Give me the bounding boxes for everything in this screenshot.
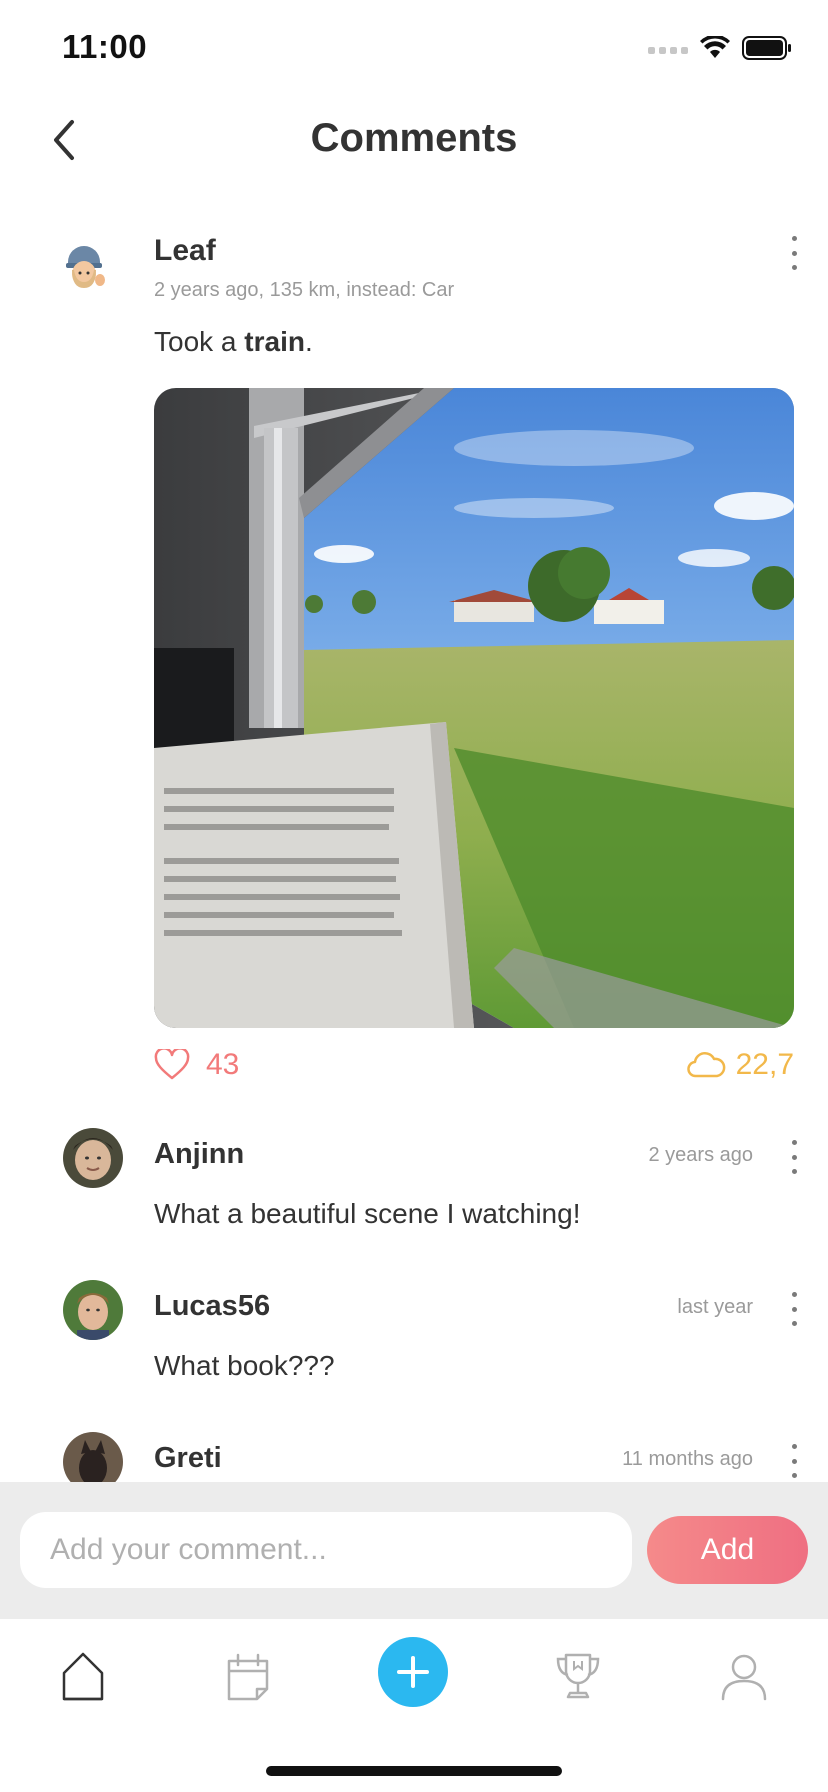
tab-add[interactable] <box>378 1637 448 1707</box>
dot-icon <box>791 1154 797 1160</box>
comment-item: Anjinn 2 years ago What a beautiful scen… <box>0 1128 828 1278</box>
post-meta: 2 years ago, 135 km, instead: Car <box>154 279 455 301</box>
comment-username[interactable]: Anjinn <box>154 1138 244 1171</box>
dot-icon <box>791 1321 797 1326</box>
header: Comments <box>0 100 828 180</box>
calendar-icon <box>227 1653 269 1701</box>
dot-icon <box>791 236 797 241</box>
status-time: 11:00 <box>62 28 148 65</box>
dot-icon <box>791 1444 797 1449</box>
dot-icon <box>791 1458 797 1464</box>
co2-value: 22,7 <box>735 1048 794 1081</box>
post-text: Took a train. <box>154 326 313 358</box>
comment-time: 2 years ago <box>648 1144 753 1166</box>
tab-home[interactable] <box>48 1641 118 1711</box>
comment-more-button[interactable] <box>782 1444 806 1478</box>
comment-item: Greti 11 months ago <box>0 1432 828 1482</box>
tab-profile[interactable] <box>709 1641 779 1711</box>
dot-icon <box>791 1306 797 1312</box>
comment-compose-bar: Add <box>0 1482 828 1619</box>
comment-time: 11 months ago <box>622 1448 753 1470</box>
comment-input[interactable] <box>20 1512 632 1588</box>
comment-text: What book??? <box>154 1350 335 1381</box>
comment-item: Lucas56 last year What book??? <box>0 1280 828 1430</box>
trophy-icon <box>556 1653 600 1699</box>
battery-icon <box>742 36 792 65</box>
comment-username[interactable]: Lucas56 <box>154 1290 270 1323</box>
avatar[interactable] <box>58 240 110 292</box>
home-indicator[interactable] <box>266 1766 562 1776</box>
comment-more-button[interactable] <box>782 1140 806 1174</box>
heart-icon <box>154 1049 190 1080</box>
status-bar: 11:00 <box>0 0 828 100</box>
comment-more-button[interactable] <box>782 1292 806 1326</box>
dot-icon <box>791 1473 797 1478</box>
likes-count: 43 <box>206 1048 240 1081</box>
comment-username[interactable]: Greti <box>154 1442 222 1475</box>
dot-icon <box>791 265 797 270</box>
dot-icon <box>791 1169 797 1174</box>
post-username[interactable]: Leaf <box>154 234 216 268</box>
cloud-icon <box>686 1052 725 1078</box>
page-title: Comments <box>310 116 518 160</box>
cellular-signal-icon <box>648 47 688 54</box>
post-text-transport: train <box>244 326 305 357</box>
avatar[interactable] <box>63 1280 123 1340</box>
add-comment-button[interactable]: Add <box>647 1516 808 1584</box>
plus-icon <box>397 1656 429 1688</box>
home-icon <box>62 1652 104 1701</box>
dot-icon <box>791 1140 797 1145</box>
status-icons <box>648 34 792 65</box>
tab-calendar[interactable] <box>213 1641 283 1711</box>
comment-text: What a beautiful scene I watching! <box>154 1198 581 1229</box>
comment-time: last year <box>677 1296 753 1318</box>
profile-icon <box>721 1654 767 1701</box>
wifi-icon <box>700 34 730 65</box>
co2-saved: 22,7 <box>686 1048 794 1082</box>
post-text-prefix: Took a <box>154 326 245 357</box>
tab-trophies[interactable] <box>543 1641 613 1711</box>
post-text-suffix: . <box>304 326 313 357</box>
avatar[interactable] <box>63 1432 123 1482</box>
avatar[interactable] <box>63 1128 123 1188</box>
post-photo[interactable] <box>154 388 794 1028</box>
like-control[interactable]: 43 <box>154 1048 239 1082</box>
dot-icon <box>791 250 797 256</box>
post-more-button[interactable] <box>782 236 806 270</box>
dot-icon <box>791 1292 797 1297</box>
